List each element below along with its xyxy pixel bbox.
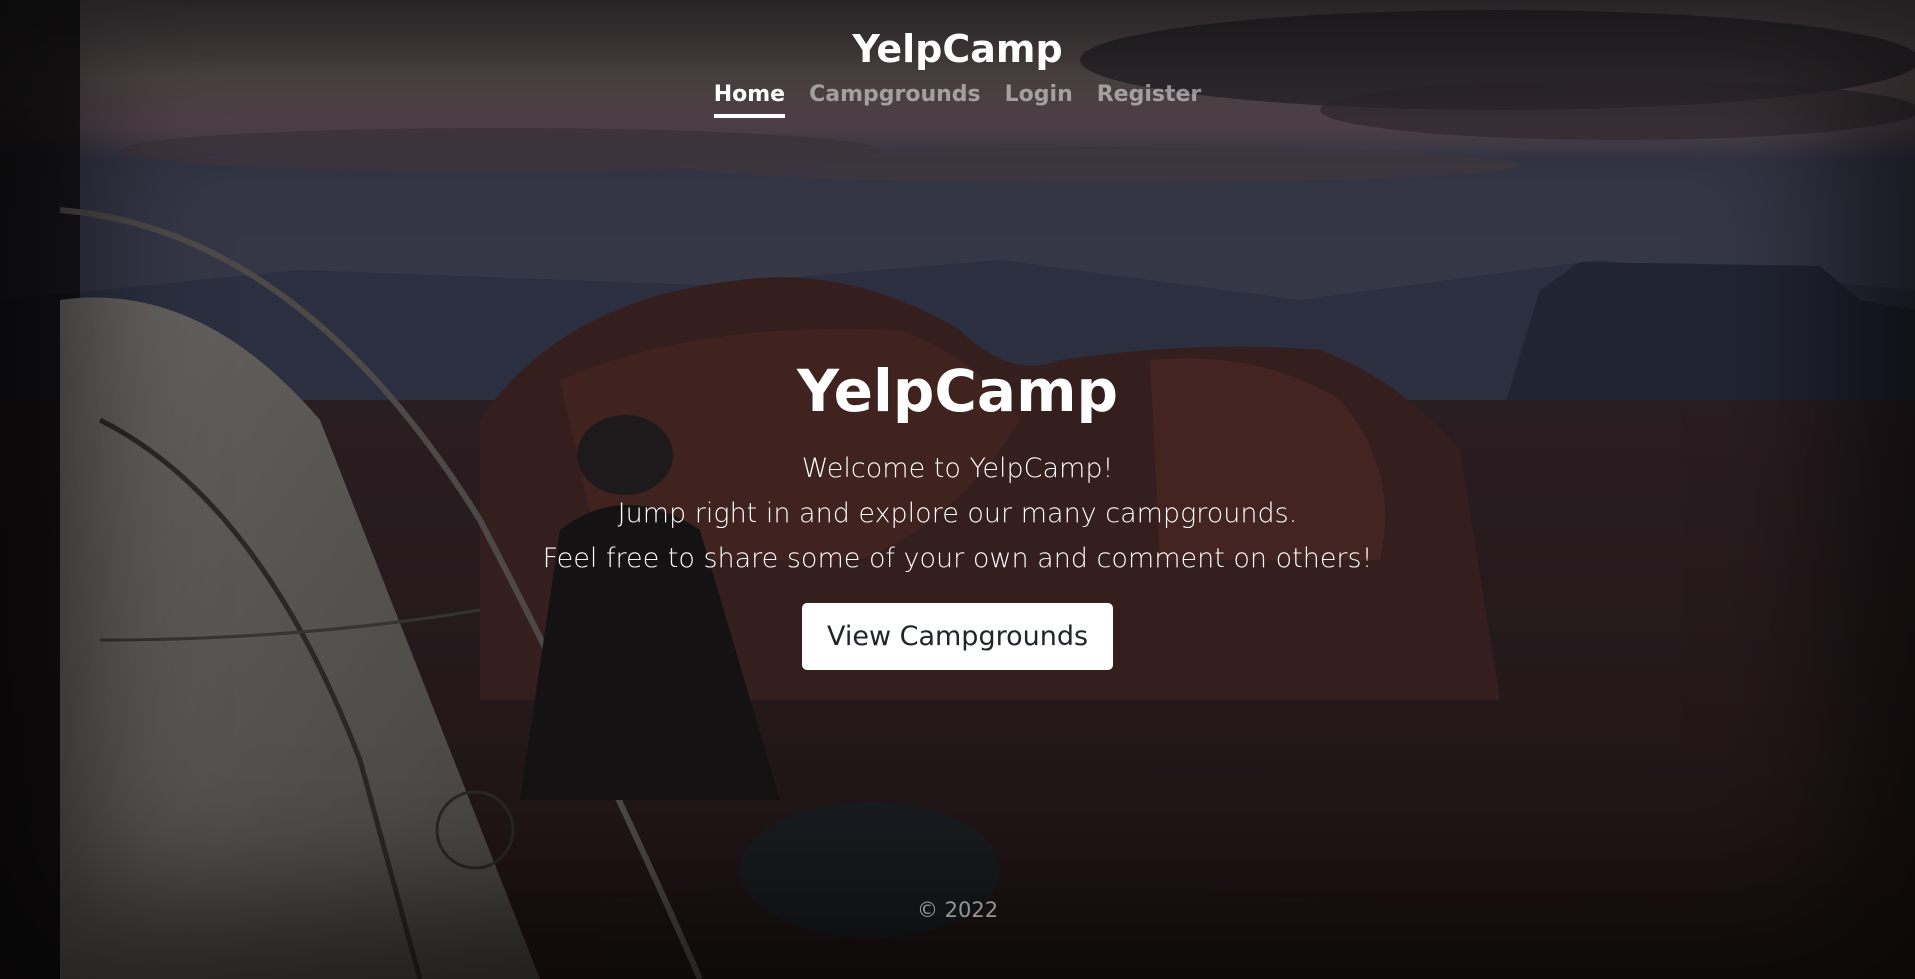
- nav-link-campgrounds[interactable]: Campgrounds: [809, 82, 981, 118]
- hero-title: YelpCamp: [796, 357, 1119, 425]
- copyright-text: © 2022: [916, 898, 999, 922]
- site-header: YelpCamp Home Campgrounds Login Register: [0, 24, 1915, 119]
- hero-share-text: Feel free to share some of your own and …: [542, 542, 1373, 574]
- nav-link-login[interactable]: Login: [1005, 82, 1073, 118]
- view-campgrounds-button[interactable]: View Campgrounds: [801, 602, 1114, 670]
- hero-section: YelpCamp Welcome to YelpCamp! Jump right…: [0, 357, 1915, 670]
- nav-link-home[interactable]: Home: [713, 82, 786, 119]
- brand-logo[interactable]: YelpCamp: [0, 30, 1915, 68]
- site-footer: © 2022: [0, 898, 1915, 922]
- nav-link-register[interactable]: Register: [1097, 82, 1202, 118]
- page: YelpCamp Home Campgrounds Login Register…: [0, 0, 1915, 979]
- main-nav: Home Campgrounds Login Register: [0, 82, 1915, 119]
- hero-welcome-text: Welcome to YelpCamp!: [801, 452, 1114, 484]
- hero-explore-text: Jump right in and explore our many campg…: [617, 497, 1298, 529]
